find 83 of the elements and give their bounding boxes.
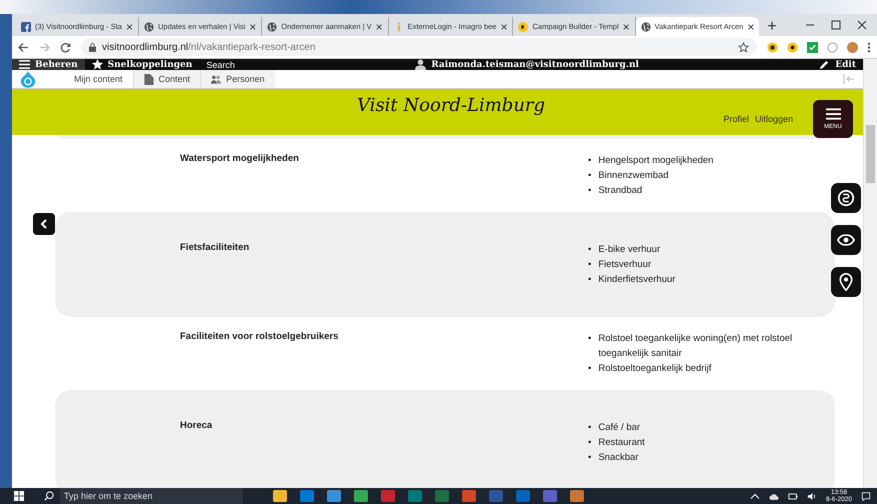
battery-icon[interactable] [788, 492, 798, 500]
facility-item: Kinderfietsverhuur [598, 273, 676, 287]
tray-link[interactable]: Content [132, 70, 200, 88]
header-link[interactable]: Profiel [723, 114, 749, 124]
lock-icon [89, 42, 96, 52]
tab-close-button[interactable]: × [500, 20, 508, 34]
bullet: • [588, 332, 592, 346]
bullet: • [588, 243, 592, 257]
facility-label: Horeca [179, 420, 214, 433]
new-tab-button[interactable]: + [767, 18, 777, 36]
previous-button[interactable] [33, 213, 55, 235]
star-icon[interactable] [738, 42, 749, 52]
collapse-icon[interactable] [843, 74, 855, 84]
address-field[interactable]: visitnoordlimburg.nl/nl/vakantiepark-resort-arcen [81, 38, 757, 56]
bullet: • [588, 184, 592, 198]
forward-icon[interactable] [39, 42, 50, 52]
back-icon[interactable] [18, 42, 29, 52]
cloud-icon[interactable] [768, 492, 779, 500]
bullet: • [588, 258, 592, 272]
extension-icon[interactable] [767, 42, 778, 52]
facility-item: Strandbad [598, 184, 642, 198]
tab-close-button[interactable]: × [622, 20, 630, 34]
facility-label: Watersport mogelijkheden [179, 153, 300, 166]
facility-item: E-bike verhuur [598, 243, 660, 257]
facility-label: Faciliteiten voor rolstoelgebruikers [179, 331, 340, 344]
extension-icon[interactable] [787, 42, 798, 52]
people-icon [211, 74, 222, 84]
bullet: • [588, 273, 592, 287]
header-link[interactable]: Uitloggen [754, 114, 793, 124]
tray-link[interactable]: Mijn content [64, 70, 133, 88]
search-icon [44, 491, 54, 501]
map-pin-icon [837, 273, 855, 291]
campaign-icon [518, 22, 528, 32]
globe-icon [144, 22, 154, 32]
speaker-icon[interactable] [806, 492, 817, 500]
location-button[interactable] [831, 267, 861, 297]
windows-icon[interactable] [14, 491, 24, 501]
more-icon[interactable] [867, 42, 871, 52]
close-icon[interactable] [857, 20, 867, 30]
bullet: • [588, 169, 592, 183]
facility-item: Rolstoeltoegankelijk bedrijf [598, 362, 712, 376]
chevron-left-icon [40, 219, 48, 229]
facility-item: Restaurant [598, 436, 645, 450]
route-button[interactable] [831, 183, 861, 213]
tab-close-button[interactable]: × [249, 20, 256, 34]
facility-item: Rolstoel toegankelijke woning(en) met rolstoel toegankelijk sanitair [598, 332, 794, 361]
facility-item: Fietsverhuur [598, 258, 652, 272]
notification-icon[interactable] [861, 492, 871, 500]
manage-button[interactable]: Beheren [12, 59, 85, 70]
facility-item: Café / bar [598, 421, 640, 435]
chevron-up-icon[interactable] [750, 492, 760, 500]
reload-icon[interactable] [60, 42, 71, 52]
checkmark-icon[interactable] [807, 42, 818, 52]
tab-close-button[interactable]: × [376, 20, 383, 34]
bullet: • [588, 362, 592, 376]
facebook-icon [21, 22, 31, 32]
drupal-logo-icon[interactable] [20, 70, 36, 88]
bullet: • [588, 436, 592, 450]
bullet: • [588, 421, 592, 435]
menu-icon [826, 108, 840, 120]
search-button[interactable]: Search [199, 59, 242, 70]
edit-button[interactable]: Edit [812, 59, 863, 70]
taskbar-search-field[interactable]: Typ hier om te zoeken [60, 488, 243, 504]
globe-icon [267, 22, 278, 32]
shortcuts-button[interactable]: Snelkoppelingen [84, 59, 200, 70]
tray-link[interactable]: Personen [200, 70, 275, 88]
site-logo[interactable]: Visit Noord-Limburg [357, 95, 546, 116]
facility-item: Hengelsport mogelijkheden [598, 154, 714, 168]
scrollbar[interactable] [863, 59, 877, 488]
facility-item: Binnenzwembad [598, 169, 669, 183]
bullet: • [588, 451, 592, 465]
maximize-icon[interactable] [831, 20, 841, 30]
bullet: • [588, 154, 592, 168]
scrollbar-thumb[interactable] [866, 125, 875, 183]
globe-icon [640, 22, 651, 32]
document-icon [144, 74, 154, 84]
view-button[interactable] [831, 225, 861, 255]
route-icon [837, 189, 855, 207]
facility-item: Snackbar [598, 451, 638, 465]
avatar-icon[interactable] [847, 42, 858, 52]
facility-label: Fietsfaciliteiten [179, 242, 250, 255]
tab-close-button[interactable]: × [747, 20, 754, 34]
tab-close-button[interactable]: × [126, 20, 133, 34]
